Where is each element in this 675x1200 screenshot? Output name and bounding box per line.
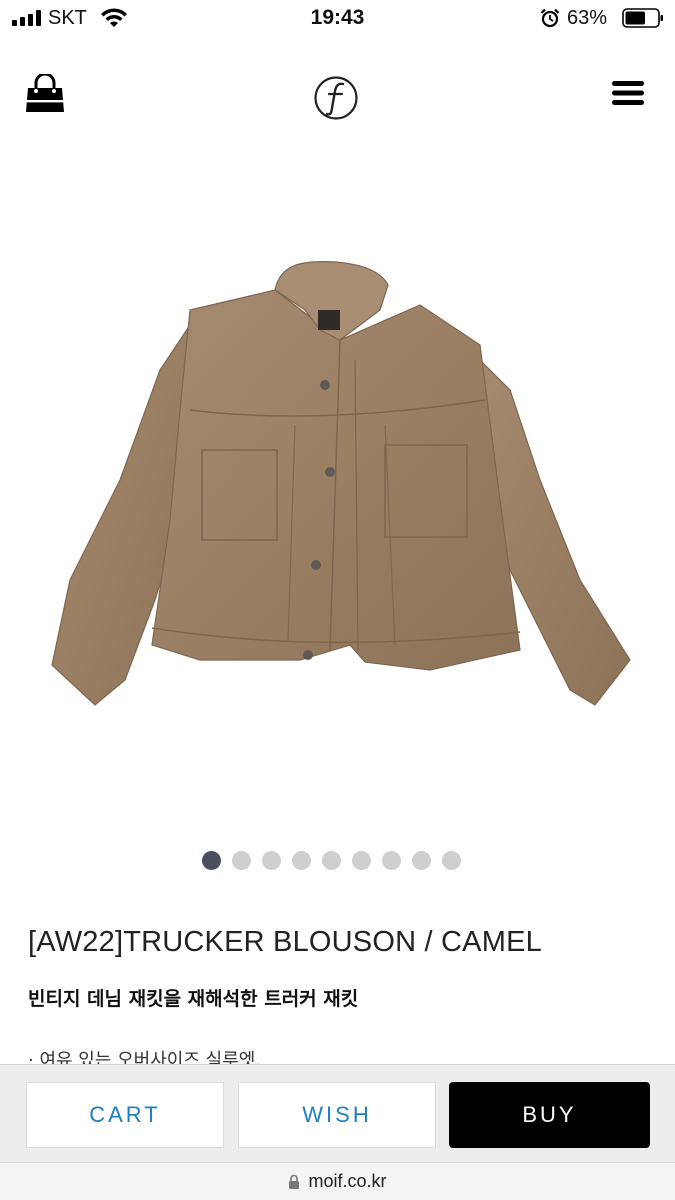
wish-button[interactable]: WISH (238, 1082, 436, 1148)
battery-icon (622, 8, 663, 28)
alarm-icon (540, 8, 560, 28)
product-image[interactable] (40, 250, 640, 730)
product-title: [AW22]TRUCKER BLOUSON / CAMEL (28, 926, 542, 958)
carousel-dot[interactable] (351, 851, 371, 870)
cart-button[interactable]: CART (26, 1082, 224, 1148)
brand-logo[interactable] (313, 75, 359, 121)
lock-icon (289, 1174, 300, 1189)
product-subtitle: 빈티지 데님 재킷을 재해석한 트러커 재킷 (28, 988, 359, 1010)
carousel-dot[interactable] (261, 851, 281, 870)
carousel-dot[interactable] (291, 851, 311, 870)
carousel-dot[interactable] (321, 851, 341, 870)
purchase-action-bar: CART WISH BUY (0, 1064, 675, 1162)
hamburger-menu-icon[interactable] (610, 78, 646, 108)
image-carousel-dots (0, 851, 675, 870)
shopping-bag-icon[interactable] (24, 74, 66, 114)
carousel-dot[interactable] (411, 851, 431, 870)
browser-url-bar[interactable]: moif.co.kr (0, 1162, 675, 1200)
carousel-dot[interactable] (381, 851, 401, 870)
carousel-dot[interactable] (201, 851, 221, 870)
carousel-dot[interactable] (231, 851, 251, 870)
buy-button[interactable]: BUY (449, 1082, 650, 1148)
url-text: moif.co.kr (308, 1171, 387, 1191)
site-header (0, 60, 675, 140)
carousel-dot[interactable] (441, 851, 461, 870)
status-bar: SKT 19:43 63% (0, 0, 675, 38)
battery-percentage: 63% (567, 7, 608, 29)
